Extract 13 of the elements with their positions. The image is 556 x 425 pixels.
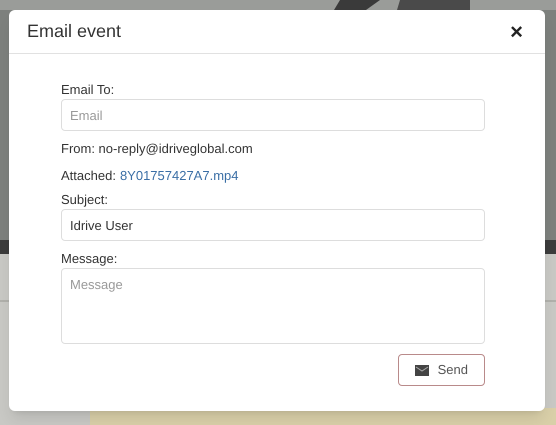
email-field[interactable]: Email: [61, 99, 485, 131]
send-button[interactable]: Send: [398, 354, 485, 386]
field-label: Subject:: [61, 192, 109, 208]
close-button[interactable]: ×: [506, 20, 527, 42]
dialog-title: Email event: [27, 20, 122, 43]
field-label: Attached:: [61, 168, 116, 184]
attachment-link[interactable]: 8Y01757427A7.mp4: [120, 168, 238, 184]
message-field[interactable]: Message: [61, 268, 485, 344]
field-label: Message:: [61, 251, 118, 267]
field-label: Email To:: [61, 82, 116, 98]
subject-field[interactable]: Idrive User: [61, 209, 485, 241]
from-text: From: no-reply@idriveglobal.com: [61, 141, 254, 157]
envelope-icon: [414, 364, 429, 376]
